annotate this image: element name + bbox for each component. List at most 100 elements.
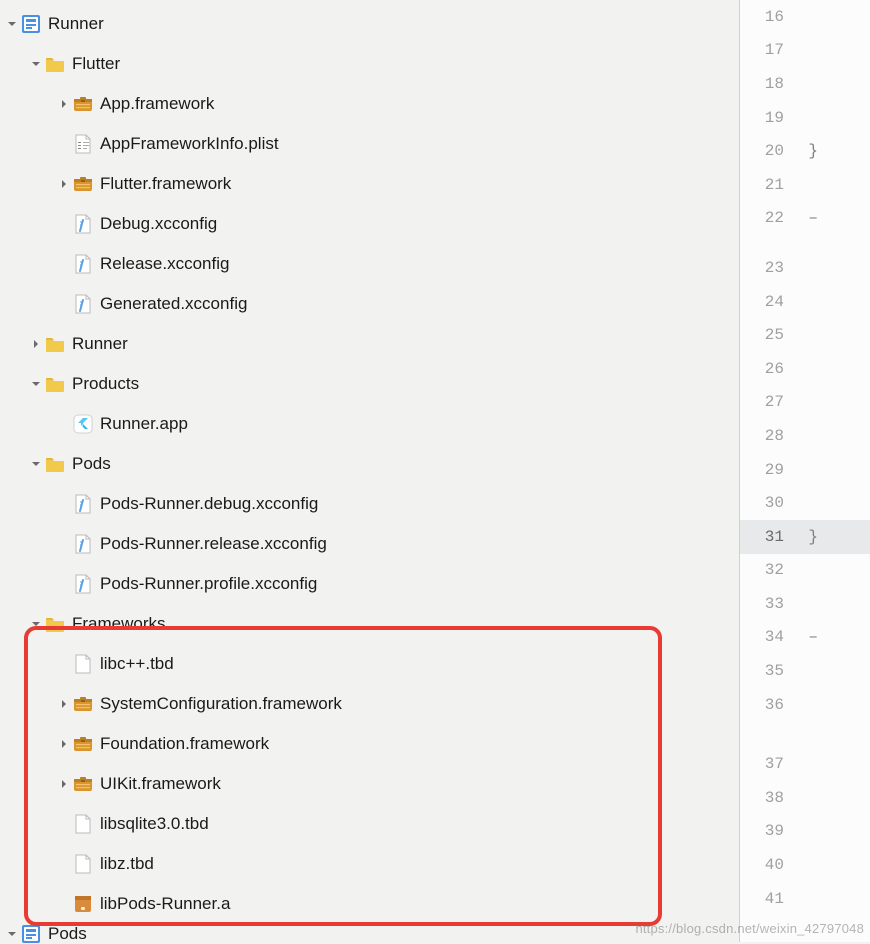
- disclosure-triangle-icon[interactable]: [28, 456, 44, 472]
- editor-line[interactable]: 28: [740, 419, 870, 453]
- line-number: 31: [748, 528, 784, 546]
- config-icon: [72, 533, 94, 555]
- line-number: 33: [748, 595, 784, 613]
- tree-item-appframeworkinfo-plist[interactable]: AppFrameworkInfo.plist: [0, 124, 739, 164]
- line-number: 17: [748, 41, 784, 59]
- line-number: 26: [748, 360, 784, 378]
- tree-item-pods-runner-profile-xcconfig[interactable]: Pods-Runner.profile.xcconfig: [0, 564, 739, 604]
- editor-line[interactable]: 30: [740, 486, 870, 520]
- tree-item-label: Runner.app: [100, 414, 188, 434]
- disclosure-triangle-icon[interactable]: [56, 96, 72, 112]
- tree-item-label: Pods: [72, 454, 111, 474]
- disclosure-triangle-icon[interactable]: [56, 176, 72, 192]
- tree-item-app-framework[interactable]: App.framework: [0, 84, 739, 124]
- editor-line[interactable]: 24: [740, 285, 870, 319]
- editor-line[interactable]: 36: [740, 688, 870, 722]
- line-number: 18: [748, 75, 784, 93]
- editor-line[interactable]: 16: [740, 0, 870, 34]
- line-number: 32: [748, 561, 784, 579]
- folder-icon: [44, 613, 66, 635]
- tree-item-label: Frameworks: [72, 614, 166, 634]
- tree-item-label: AppFrameworkInfo.plist: [100, 134, 279, 154]
- tree-item-debug-xcconfig[interactable]: Debug.xcconfig: [0, 204, 739, 244]
- project-icon: [20, 924, 42, 944]
- folder-icon: [44, 53, 66, 75]
- tree-item-libz-tbd[interactable]: libz.tbd: [0, 844, 739, 884]
- line-number: 38: [748, 789, 784, 807]
- line-number: 39: [748, 822, 784, 840]
- project-icon: [20, 13, 42, 35]
- tree-item-systemconfiguration-framework[interactable]: SystemConfiguration.framework: [0, 684, 739, 724]
- disclosure-triangle-icon[interactable]: [28, 376, 44, 392]
- editor-line[interactable]: 19: [740, 101, 870, 135]
- disclosure-triangle-icon[interactable]: [28, 336, 44, 352]
- fold-indicator: }: [784, 142, 818, 160]
- editor-line[interactable]: 37: [740, 747, 870, 781]
- disclosure-triangle-icon[interactable]: [28, 616, 44, 632]
- editor-line[interactable]: 17: [740, 34, 870, 68]
- tree-item-label: Runner: [72, 334, 128, 354]
- tree-item-flutter-framework[interactable]: Flutter.framework: [0, 164, 739, 204]
- tree-item-pods-runner-debug-xcconfig[interactable]: Pods-Runner.debug.xcconfig: [0, 484, 739, 524]
- line-number: 22: [748, 209, 784, 227]
- editor-line[interactable]: 38: [740, 781, 870, 815]
- folder-icon: [44, 333, 66, 355]
- line-number: 27: [748, 393, 784, 411]
- disclosure-triangle-icon[interactable]: [4, 16, 20, 32]
- tree-item-pods[interactable]: Pods: [0, 924, 739, 944]
- editor-line[interactable]: 40: [740, 848, 870, 882]
- disclosure-triangle-icon[interactable]: [56, 736, 72, 752]
- tree-item-libpods-runner-a[interactable]: libPods-Runner.a: [0, 884, 739, 924]
- fold-indicator: –: [784, 628, 818, 646]
- editor-line[interactable]: 23: [740, 251, 870, 285]
- line-number: 36: [748, 696, 784, 714]
- tree-item-runner-app[interactable]: Runner.app: [0, 404, 739, 444]
- blank-icon: [72, 653, 94, 675]
- editor-line[interactable]: 31}: [740, 520, 870, 554]
- framework-icon: [72, 93, 94, 115]
- editor-line[interactable]: 41: [740, 882, 870, 916]
- disclosure-triangle-icon[interactable]: [28, 56, 44, 72]
- project-navigator[interactable]: RunnerFlutterApp.frameworkAppFrameworkIn…: [0, 0, 740, 942]
- editor-line[interactable]: 39: [740, 815, 870, 849]
- tree-item-uikit-framework[interactable]: UIKit.framework: [0, 764, 739, 804]
- editor-line[interactable]: 26: [740, 352, 870, 386]
- editor-line[interactable]: 20}: [740, 134, 870, 168]
- tree-item-foundation-framework[interactable]: Foundation.framework: [0, 724, 739, 764]
- tree-item-label: libz.tbd: [100, 854, 154, 874]
- tree-item-runner[interactable]: Runner: [0, 324, 739, 364]
- disclosure-triangle-icon[interactable]: [56, 776, 72, 792]
- tree-item-generated-xcconfig[interactable]: Generated.xcconfig: [0, 284, 739, 324]
- editor-line[interactable]: 29: [740, 453, 870, 487]
- tree-item-products[interactable]: Products: [0, 364, 739, 404]
- editor-line[interactable]: 18: [740, 67, 870, 101]
- tree-item-runner[interactable]: Runner: [0, 4, 739, 44]
- tree-item-flutter[interactable]: Flutter: [0, 44, 739, 84]
- editor-line[interactable]: 32: [740, 554, 870, 588]
- editor-line[interactable]: 35: [740, 654, 870, 688]
- editor-line[interactable]: 34–: [740, 621, 870, 655]
- tree-item-label: Pods-Runner.release.xcconfig: [100, 534, 327, 554]
- editor-line[interactable]: 27: [740, 386, 870, 420]
- tree-item-pods[interactable]: Pods: [0, 444, 739, 484]
- editor-line[interactable]: 33: [740, 587, 870, 621]
- tree-item-label: Pods-Runner.debug.xcconfig: [100, 494, 318, 514]
- line-number: 16: [748, 8, 784, 26]
- tree-item-libc-tbd[interactable]: libc++.tbd: [0, 644, 739, 684]
- config-icon: [72, 293, 94, 315]
- tree-item-label: Debug.xcconfig: [100, 214, 217, 234]
- tree-item-frameworks[interactable]: Frameworks: [0, 604, 739, 644]
- tree-item-release-xcconfig[interactable]: Release.xcconfig: [0, 244, 739, 284]
- editor-line[interactable]: 21: [740, 168, 870, 202]
- tree-item-label: libPods-Runner.a: [100, 894, 230, 914]
- editor-line[interactable]: 25: [740, 318, 870, 352]
- line-number: 35: [748, 662, 784, 680]
- fold-indicator: }: [784, 528, 818, 546]
- disclosure-triangle-icon[interactable]: [4, 926, 20, 942]
- disclosure-triangle-icon[interactable]: [56, 696, 72, 712]
- tree-item-pods-runner-release-xcconfig[interactable]: Pods-Runner.release.xcconfig: [0, 524, 739, 564]
- config-icon: [72, 213, 94, 235]
- editor-line[interactable]: 22–: [740, 202, 870, 236]
- archive-icon: [72, 893, 94, 915]
- tree-item-libsqlite3-0-tbd[interactable]: libsqlite3.0.tbd: [0, 804, 739, 844]
